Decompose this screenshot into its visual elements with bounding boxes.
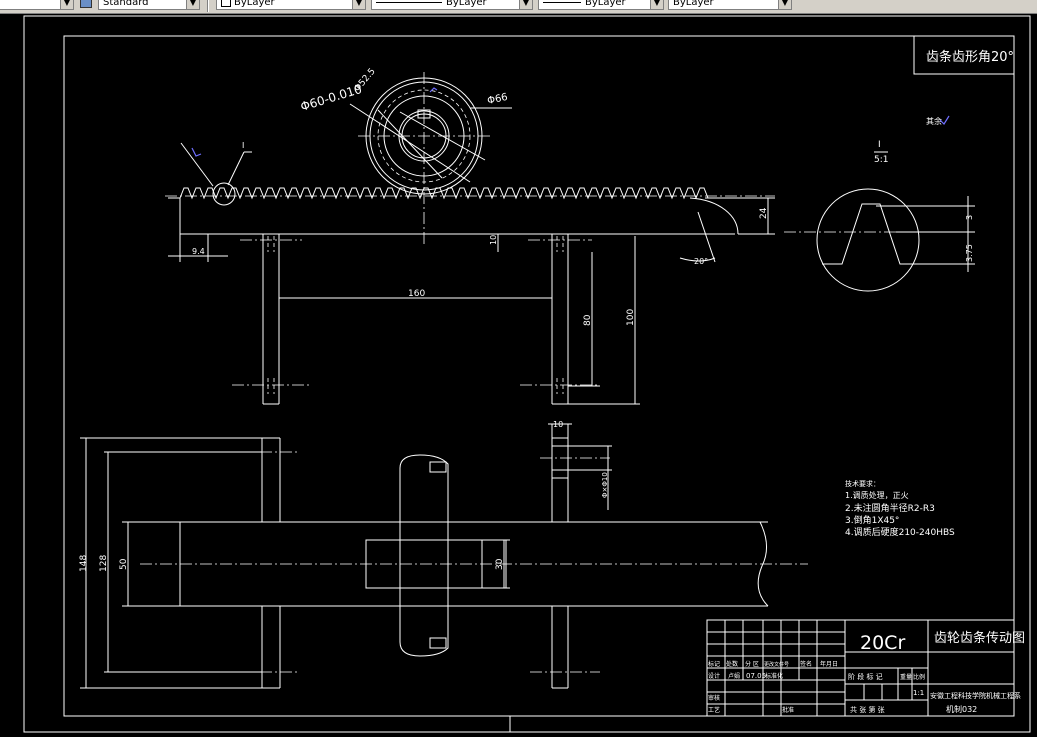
- title-drawing-name: 齿轮齿条传动图: [934, 630, 1025, 646]
- notes-title: 技术要求：: [845, 479, 880, 488]
- dim-148: 148: [79, 555, 89, 572]
- technical-notes: 技术要求： 1.调质处理，正火 2.未注圆角半径R2-R3 3.倒角1X45° …: [845, 479, 955, 538]
- lineweight-value: ByLayer: [585, 0, 626, 8]
- tb-r1-c4: 更改文件号: [764, 661, 789, 668]
- layer-value: ByLayer: [234, 0, 275, 8]
- lineweight-combo[interactable]: ByLayer ▼: [538, 0, 664, 10]
- toolbar-separator: [207, 0, 209, 12]
- properties-toolbar: ▼ Standard ▼ ByLayer ▼ ByLayer ▼ ByLayer ▼ B…: [0, 0, 1037, 14]
- chevron-down-icon[interactable]: ▼: [186, 0, 199, 9]
- detail-h3-75-dim: 3.75: [965, 244, 974, 262]
- rack-front-view: [165, 142, 775, 263]
- chevron-down-icon[interactable]: ▼: [650, 0, 663, 9]
- note-2: 2.未注圆角半径R2-R3: [845, 502, 935, 514]
- tb-r3-c1: 审核: [708, 694, 720, 702]
- tb-r2-c1: 设计: [708, 672, 720, 680]
- note-3: 3.倒角1X45°: [845, 514, 899, 526]
- plot-style-combo[interactable]: ByLayer ▼: [668, 0, 792, 10]
- chevron-down-icon[interactable]: ▼: [352, 0, 365, 9]
- inner-drawing-frame: [63, 35, 1015, 717]
- chevron-down-icon[interactable]: ▼: [519, 0, 532, 9]
- note-1: 1.调质处理，正火: [845, 490, 909, 500]
- title-scale-header: 比例: [913, 673, 925, 681]
- tb-r1-c6: 年月日: [820, 660, 838, 668]
- title-school: 安徽工程科技学院机械工程系: [930, 691, 1021, 700]
- title-material: 20Cr: [860, 632, 905, 654]
- text-style-icon[interactable]: [80, 0, 92, 8]
- detail-i-scale: 5:1: [874, 155, 888, 165]
- title-drawing-no: 机制032: [946, 704, 977, 714]
- note-4: 4.调质后硬度210-240HBS: [845, 526, 955, 538]
- tooth-profile-label: 齿条齿形角20°: [926, 49, 1014, 65]
- rack-angle-dim: 20°: [694, 257, 708, 266]
- text-style-combo[interactable]: Standard ▼: [98, 0, 200, 10]
- text-style-value: Standard: [103, 0, 149, 8]
- chevron-down-icon[interactable]: ▼: [778, 0, 791, 9]
- tb-r1-c1: 标记: [708, 660, 720, 668]
- cad-drawing-canvas[interactable]: 齿条齿形角20° 其余 Φ60-0.010 Φ52.5 Φ66 24 9.4 2…: [0, 14, 1037, 737]
- tb-r2-c3: 07.05: [746, 672, 766, 680]
- rack-left-offset-dim: 9.4: [192, 247, 205, 256]
- rack-tooth-profile: [168, 187, 709, 200]
- color-swatch-icon: [221, 0, 231, 7]
- detail-mark: I: [242, 141, 244, 150]
- dim-100: 100: [626, 309, 636, 326]
- tb-r1-c5: 签名: [800, 660, 812, 668]
- tb-r1-c2: 处数: [726, 660, 738, 668]
- dim-phi10: Φ×Φ10: [601, 472, 609, 498]
- tb-r1-c3: 分 区: [745, 660, 759, 668]
- detail-i-label: I: [878, 140, 881, 150]
- dim-80: 80: [583, 314, 593, 326]
- rack-height-dim: 24: [759, 207, 769, 219]
- title-stage-header: 阶 段 标 记: [848, 672, 883, 681]
- tb-r2-c2: 卢娟: [728, 672, 740, 680]
- lineweight-preview: [543, 1, 581, 3]
- support-post-left: [232, 234, 310, 405]
- top-view-assembly: [80, 423, 808, 689]
- dim-30: 30: [495, 558, 505, 570]
- title-scale: 1:1: [913, 689, 924, 697]
- dim-128: 128: [99, 555, 109, 572]
- toolbar-left-combo[interactable]: ▼: [0, 0, 74, 10]
- linetype-combo[interactable]: ByLayer ▼: [371, 0, 533, 10]
- tb-r4-c1: 工艺: [708, 706, 720, 714]
- gear-pitch-diameter: Φ52.5: [353, 67, 378, 94]
- chevron-down-icon[interactable]: ▼: [60, 0, 73, 9]
- outer-sheet-border: [23, 15, 1031, 733]
- detail-h3-dim: 3: [965, 215, 974, 220]
- plot-style-value: ByLayer: [673, 0, 714, 8]
- dim-160: 160: [408, 289, 425, 299]
- layer-combo[interactable]: ByLayer ▼: [216, 0, 366, 10]
- title-weight-header: 重量: [900, 673, 912, 681]
- dim-10-top: 10: [489, 235, 498, 245]
- gear-tip-diameter: Φ66: [486, 92, 508, 107]
- detail-i-view: [784, 151, 975, 292]
- dim-10-bottom: 10: [553, 420, 563, 429]
- tb-r2-c4: 标准化: [765, 672, 783, 680]
- dim-50: 50: [119, 558, 129, 570]
- title-sheets: 共 张 第 张: [850, 705, 885, 714]
- roughness-label: 其余: [926, 116, 942, 126]
- tb-r4-c2: 批准: [782, 706, 794, 714]
- linetype-preview: [376, 1, 442, 3]
- linetype-value: ByLayer: [446, 0, 487, 8]
